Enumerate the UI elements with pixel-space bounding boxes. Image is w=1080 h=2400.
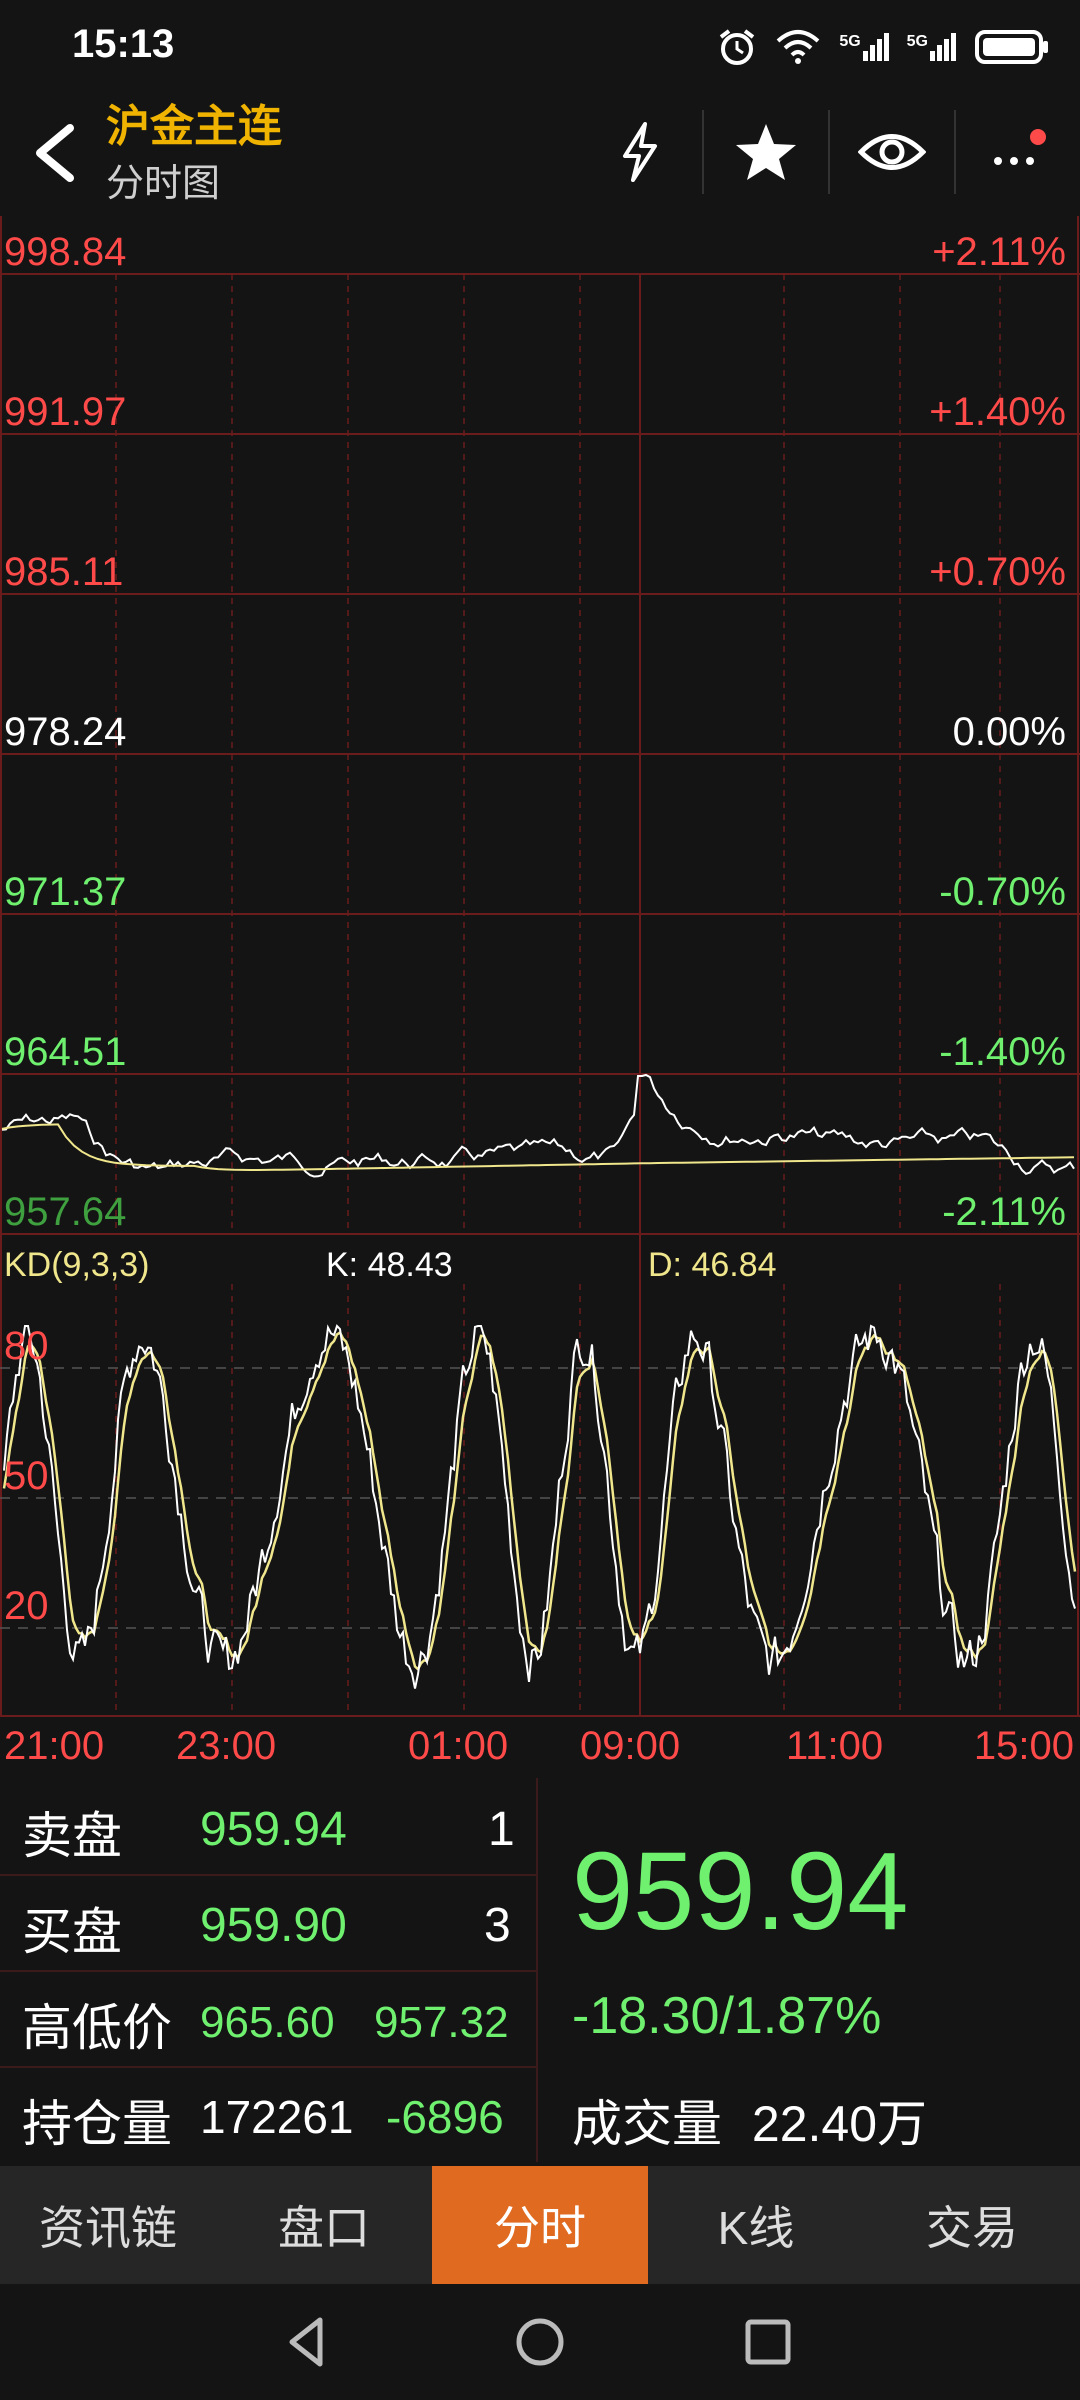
time-label-2: 23:00	[176, 1724, 277, 1768]
quote-panel: 卖盘 959.94 1 买盘 959.90 3 高低价 965.60 957.3…	[0, 1778, 1080, 2162]
price-label-5: 971.37	[4, 870, 127, 914]
kd-label: KD(9,3,3)	[4, 1246, 150, 1284]
flash-icon	[623, 122, 657, 182]
price-label-4: 978.24	[4, 710, 127, 754]
price-label-1: 998.84	[4, 230, 127, 274]
favorite-button[interactable]	[702, 110, 828, 194]
kd-level-80: 80	[4, 1324, 49, 1368]
time-label-5: 11:00	[786, 1724, 884, 1768]
buy-qty: 3	[484, 1899, 511, 1952]
alarm-icon	[720, 29, 755, 65]
price-label-6: 964.51	[4, 1030, 127, 1074]
star-icon	[736, 124, 796, 180]
status-time: 15:13	[72, 22, 175, 66]
app-header: 沪金主连 分时图	[0, 100, 1080, 216]
buy-label: 买盘	[22, 1904, 122, 1960]
more-button[interactable]	[954, 110, 1080, 194]
buy-price: 959.90	[200, 1899, 347, 1952]
sell-price: 959.94	[200, 1803, 347, 1856]
kd-d-line	[2, 1330, 1077, 1672]
back-icon[interactable]	[22, 118, 92, 188]
tab-news-chain[interactable]: 资讯链	[0, 2166, 216, 2284]
sell-row: 卖盘 959.94 1	[0, 1778, 536, 1876]
sell-label: 卖盘	[22, 1808, 122, 1864]
sell-qty: 1	[488, 1803, 515, 1856]
volume-value: 22.40万	[751, 2096, 928, 2152]
low-price: 957.32	[374, 1998, 509, 2047]
signal-5g-icon: 5G	[839, 33, 889, 61]
battery-icon	[975, 30, 1048, 64]
percent-label-4: 0.00%	[952, 710, 1066, 754]
buy-row: 买盘 959.90 3	[0, 1874, 536, 1972]
price-line	[1, 1073, 1075, 1178]
nav-home-icon[interactable]	[510, 2312, 570, 2372]
high-low-row: 高低价 965.60 957.32	[0, 1970, 536, 2068]
percent-label-5: -0.70%	[939, 870, 1066, 914]
system-nav-bar	[0, 2284, 1080, 2400]
last-price: 959.94	[572, 1830, 909, 1953]
percent-label-7: -2.11%	[942, 1190, 1066, 1234]
eye-icon	[858, 134, 926, 170]
header-actions	[578, 110, 1080, 194]
volume: 成交量 22.40万	[572, 2084, 927, 2156]
kd-level-50: 50	[4, 1454, 49, 1498]
time-label-1: 21:00	[4, 1724, 105, 1768]
time-label-3: 01:00	[408, 1724, 509, 1768]
open-interest-row: 持仓量 172261 -6896	[0, 2066, 536, 2162]
open-interest-value: 172261	[200, 2091, 354, 2143]
percent-label-1: +2.11%	[932, 230, 1066, 274]
page-title: 沪金主连	[106, 102, 282, 151]
nav-recents-icon[interactable]	[738, 2312, 798, 2372]
high-low-label: 高低价	[22, 2000, 172, 2056]
percent-label-3: +0.70%	[929, 550, 1066, 594]
time-label-4: 09:00	[580, 1724, 681, 1768]
tab-kline[interactable]: K线	[648, 2166, 864, 2284]
time-label-6: 15:00	[973, 1724, 1074, 1768]
tab-intraday[interactable]: 分时	[432, 2166, 648, 2284]
average-price-line	[1, 1123, 1075, 1171]
nav-back-icon[interactable]	[278, 2312, 338, 2372]
kd-level-20: 20	[4, 1584, 49, 1628]
chart-canvas	[0, 216, 1080, 1717]
wifi-icon	[776, 30, 820, 64]
page-subtitle: 分时图	[106, 163, 221, 205]
signal-5g-icon: 5G	[907, 33, 956, 61]
more-icon	[994, 129, 1046, 165]
open-interest-change: -6896	[386, 2091, 504, 2143]
intraday-chart[interactable]: 998.84 991.97 985.11 978.24 971.37 964.5…	[0, 216, 1080, 1776]
kd-d-value: D: 46.84	[648, 1246, 777, 1284]
tab-trade[interactable]: 交易	[864, 2166, 1080, 2284]
flash-button[interactable]	[578, 110, 702, 194]
kd-k-value: K: 48.43	[326, 1246, 453, 1284]
price-label-7: 957.64	[4, 1190, 127, 1234]
tab-order-book[interactable]: 盘口	[216, 2166, 432, 2284]
percent-label-2: +1.40%	[929, 390, 1066, 434]
price-label-2: 991.97	[4, 390, 127, 434]
volume-label: 成交量	[572, 2096, 722, 2152]
price-change: -18.30/1.87%	[572, 1987, 882, 2045]
status-icons: 5G 5G	[717, 22, 1050, 72]
price-label-3: 985.11	[4, 550, 124, 594]
status-bar: 15:13 5G 5G	[0, 0, 1080, 100]
percent-label-6: -1.40%	[939, 1030, 1066, 1074]
open-interest-label: 持仓量	[22, 2096, 172, 2152]
bottom-tabs: 资讯链 盘口 分时 K线 交易	[0, 2166, 1080, 2284]
watch-button[interactable]	[828, 110, 954, 194]
high-price: 965.60	[200, 1998, 335, 2047]
